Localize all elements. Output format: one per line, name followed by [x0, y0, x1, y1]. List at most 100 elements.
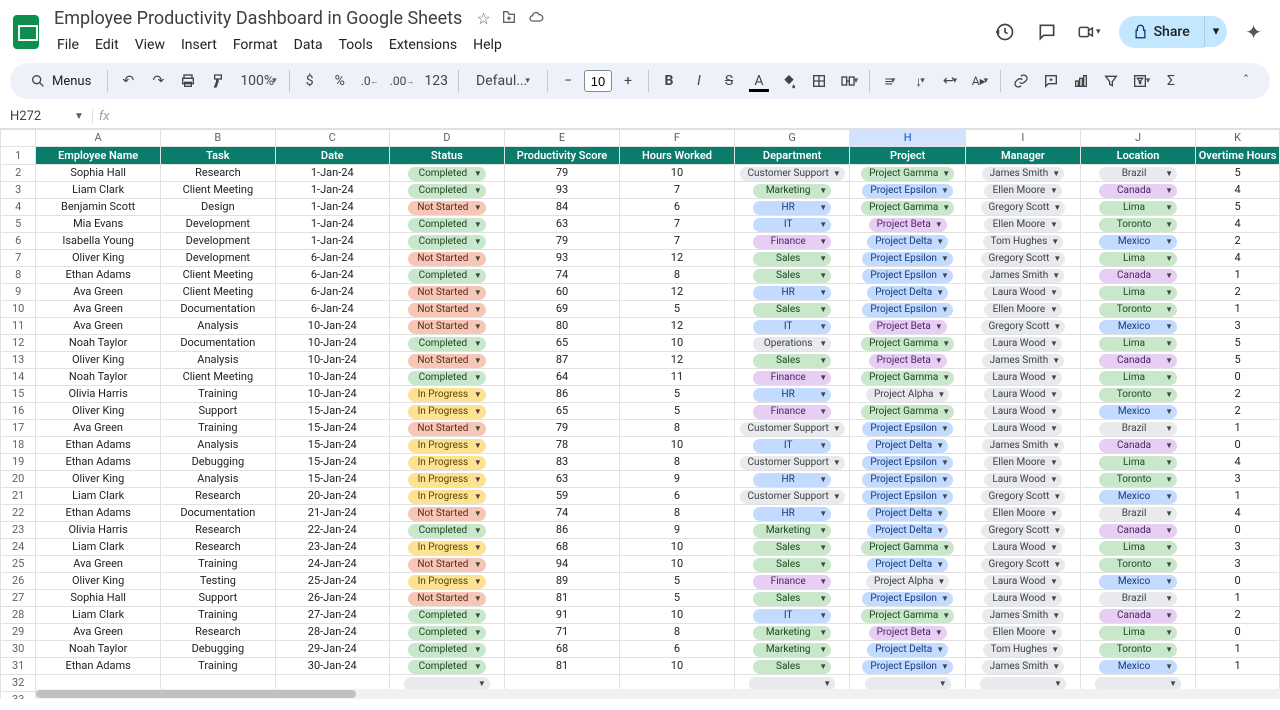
header-cell[interactable]: Hours Worked	[620, 147, 735, 165]
chip[interactable]: Not Started▼	[408, 320, 486, 334]
select-all-corner[interactable]	[1, 130, 36, 147]
chip[interactable]: Gregory Scott▼	[981, 320, 1066, 334]
chip[interactable]: HR▼	[753, 388, 831, 402]
wrap-button[interactable]: ↩▾	[936, 67, 964, 95]
h-align-button[interactable]: ≡▾	[876, 67, 904, 95]
row-header-32[interactable]: 32	[1, 675, 36, 692]
redo-button[interactable]: ↷	[144, 67, 172, 95]
row-header-17[interactable]: 17	[1, 420, 36, 437]
functions-button[interactable]: Σ	[1157, 67, 1185, 95]
chip[interactable]: Gregory Scott▼	[981, 201, 1066, 215]
chip[interactable]: Project Epsilon▼	[862, 269, 952, 283]
row-header-28[interactable]: 28	[1, 607, 36, 624]
print-button[interactable]	[174, 67, 202, 95]
chip[interactable]: Completed▼	[408, 609, 486, 623]
chip[interactable]: Sales▼	[753, 303, 831, 317]
chip[interactable]: Lima▼	[1099, 201, 1177, 215]
chip[interactable]: Lima▼	[1099, 286, 1177, 300]
chip[interactable]: Not Started▼	[408, 422, 486, 436]
chip[interactable]: Not Started▼	[408, 354, 486, 368]
chip[interactable]: Project Epsilon▼	[862, 456, 952, 470]
row-header-6[interactable]: 6	[1, 233, 36, 250]
col-header-E[interactable]: E	[504, 130, 619, 147]
chip[interactable]: Marketing▼	[753, 524, 831, 538]
row-header-31[interactable]: 31	[1, 658, 36, 675]
chip[interactable]: Lima▼	[1099, 337, 1177, 351]
chip[interactable]: Completed▼	[408, 524, 486, 538]
chip[interactable]: Project Gamma▼	[861, 371, 954, 385]
header-cell[interactable]: Task	[160, 147, 275, 165]
chip[interactable]: Project Beta▼	[869, 354, 947, 368]
paint-format-button[interactable]	[204, 67, 232, 95]
chip[interactable]: Brazil▼	[1099, 592, 1177, 606]
chip[interactable]: Not Started▼	[408, 592, 486, 606]
chip[interactable]: Marketing▼	[753, 626, 831, 640]
app-logo[interactable]	[12, 13, 40, 51]
row-header-26[interactable]: 26	[1, 573, 36, 590]
menu-help[interactable]: Help	[466, 33, 509, 57]
chip[interactable]: Canada▼	[1099, 354, 1177, 368]
chip[interactable]: Finance▼	[753, 405, 831, 419]
chip[interactable]: In Progress▼	[408, 388, 486, 402]
col-header-K[interactable]: K	[1196, 130, 1280, 147]
chip[interactable]: Sales▼	[753, 592, 831, 606]
currency-button[interactable]: $	[296, 67, 324, 95]
menu-format[interactable]: Format	[226, 33, 285, 57]
chip[interactable]: Project Beta▼	[869, 320, 947, 334]
chip[interactable]: Not Started▼	[408, 303, 486, 317]
chip[interactable]: Brazil▼	[1099, 507, 1177, 521]
chip[interactable]: Project Gamma▼	[861, 337, 954, 351]
chip[interactable]: James Smith▼	[982, 660, 1065, 674]
row-header-22[interactable]: 22	[1, 505, 36, 522]
increase-decimal-button[interactable]: .00→	[386, 67, 419, 95]
header-cell[interactable]: Location	[1080, 147, 1195, 165]
chip[interactable]: Laura Wood▼	[984, 337, 1062, 351]
chip[interactable]: Toronto▼	[1099, 388, 1177, 402]
chip[interactable]: Project Delta▼	[867, 643, 948, 657]
chip[interactable]: Completed▼	[408, 218, 486, 232]
filter-views-button[interactable]: ▾	[1127, 67, 1155, 95]
fill-color-button[interactable]	[775, 67, 803, 95]
row-header-20[interactable]: 20	[1, 471, 36, 488]
chip[interactable]: IT▼	[753, 218, 831, 232]
row-header-29[interactable]: 29	[1, 624, 36, 641]
header-cell[interactable]: Overtime Hours	[1196, 147, 1280, 165]
italic-button[interactable]: I	[685, 67, 713, 95]
chip[interactable]: Laura Wood▼	[984, 592, 1062, 606]
chip[interactable]: Gregory Scott▼	[981, 490, 1066, 504]
chip[interactable]: Completed▼	[408, 643, 486, 657]
row-header-18[interactable]: 18	[1, 437, 36, 454]
chip[interactable]: Project Epsilon▼	[862, 184, 952, 198]
chip[interactable]: HR▼	[753, 201, 831, 215]
menu-extensions[interactable]: Extensions	[382, 33, 464, 57]
chip[interactable]: Canada▼	[1099, 184, 1177, 198]
name-box[interactable]: H272	[6, 109, 66, 124]
move-icon[interactable]	[501, 9, 517, 28]
chip[interactable]: Project Delta▼	[867, 507, 948, 521]
chip[interactable]: In Progress▼	[408, 456, 486, 470]
col-header-D[interactable]: D	[389, 130, 504, 147]
col-header-A[interactable]: A	[36, 130, 161, 147]
header-cell[interactable]: Manager	[965, 147, 1080, 165]
chip[interactable]: Sales▼	[753, 269, 831, 283]
chip[interactable]: James Smith▼	[982, 269, 1065, 283]
menu-file[interactable]: File	[50, 33, 86, 57]
row-header-30[interactable]: 30	[1, 641, 36, 658]
chip[interactable]: Project Epsilon▼	[862, 660, 952, 674]
chip[interactable]: Customer Support▼	[740, 422, 845, 436]
col-header-C[interactable]: C	[275, 130, 389, 147]
history-icon[interactable]	[993, 20, 1017, 44]
chip[interactable]: Toronto▼	[1099, 473, 1177, 487]
col-header-F[interactable]: F	[620, 130, 735, 147]
chip[interactable]: Project Epsilon▼	[862, 303, 952, 317]
comments-icon[interactable]	[1035, 20, 1059, 44]
meet-icon[interactable]: ▾	[1077, 20, 1101, 44]
horizontal-scrollbar[interactable]	[36, 689, 1280, 699]
chip[interactable]: Completed▼	[408, 167, 486, 181]
chip[interactable]: Completed▼	[408, 235, 486, 249]
font-family-dropdown[interactable]: Defaul... ▾	[465, 67, 541, 95]
col-header-H[interactable]: H	[850, 130, 965, 147]
chip[interactable]: Sales▼	[753, 252, 831, 266]
chip[interactable]: Project Beta▼	[869, 626, 947, 640]
chip[interactable]: Lima▼	[1099, 456, 1177, 470]
